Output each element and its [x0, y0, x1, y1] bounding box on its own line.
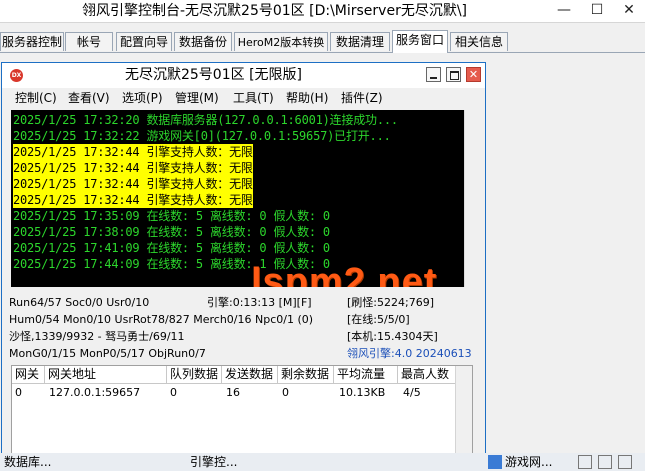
menu-help[interactable]: 帮助(H) [286, 89, 328, 108]
gateway-table[interactable]: 网关 网关地址 队列数据 发送数据 剩余数据 平均流量 最高人数 0 127.0… [11, 365, 473, 465]
menu-view[interactable]: 查看(V) [68, 89, 110, 108]
log-line: 2025/1/25 17:32:44 引擎支持人数：无限 [13, 160, 253, 176]
tab-account[interactable]: 帐号 [65, 32, 113, 51]
status-hum: Hum0/54 Mon0/10 UsrRot78/827 Merch0/16 N… [9, 313, 314, 326]
status-engine-time: 引擎:0:13:13 [M][F] [207, 296, 312, 309]
status-run: Run64/57 Soc0/0 Usr0/10 [9, 296, 150, 309]
log-line: 2025/1/25 17:32:44 引擎支持人数：无限 [13, 144, 253, 160]
column-header-avg-traffic[interactable]: 平均流量 [334, 366, 398, 383]
taskbar-close-icon[interactable] [618, 455, 632, 469]
cell-address: 127.0.0.1:59657 [49, 386, 141, 399]
maximize-button[interactable]: ☐ [581, 0, 613, 22]
column-header-queue[interactable]: 队列数据 [167, 366, 222, 383]
taskbar-maximize-icon[interactable] [598, 455, 612, 469]
inner-minimize-button[interactable] [426, 67, 441, 82]
inner-maximize-button[interactable] [446, 67, 461, 82]
inner-close-button[interactable]: ✕ [466, 67, 481, 82]
inner-title-bar: DX 无尽沉默25号01区 [无限版] ✕ [2, 63, 485, 88]
tab-config-wizard[interactable]: 配置向导 [116, 32, 172, 51]
menu-options[interactable]: 选项(P) [122, 89, 163, 108]
tab-server-control[interactable]: 服务器控制 [0, 32, 64, 51]
log-line: 2025/1/25 17:32:22 游戏网关[0](127.0.0.1:596… [13, 129, 391, 143]
column-header-gateway[interactable]: 网关 [12, 366, 45, 383]
taskbar-item-gateway[interactable]: 游戏网... [505, 453, 552, 471]
column-header-remaining[interactable]: 剩余数据 [278, 366, 334, 383]
log-console[interactable]: 2025/1/25 17:32:20 数据库服务器(127.0.0.1:6001… [11, 110, 473, 287]
status-refresh: [刷怪:5224;769] [347, 296, 434, 309]
close-button[interactable]: ✕ [613, 0, 645, 22]
menu-plugins[interactable]: 插件(Z) [341, 89, 383, 108]
tab-data-backup[interactable]: 数据备份 [174, 32, 232, 51]
watermark-text: lspm2.net [251, 261, 438, 287]
minimize-button[interactable]: — [548, 0, 580, 22]
engine-version: 翎风引擎:4.0 20240613 [347, 347, 472, 360]
cell-queue: 0 [170, 386, 177, 399]
log-line: 2025/1/25 17:41:09 在线数: 5 离线数: 0 假人数: 0 [13, 241, 330, 255]
menu-tools[interactable]: 工具(T) [233, 89, 274, 108]
main-tab-bar: 服务器控制 帐号 配置向导 数据备份 HeroM2版本转换 数据清理 服务窗口 … [0, 30, 645, 53]
taskbar-item-engine[interactable]: 引擎控... [190, 453, 237, 471]
log-line: 2025/1/25 17:32:20 数据库服务器(127.0.0.1:6001… [13, 113, 398, 127]
status-online: [在线:5/5/0] [347, 313, 410, 326]
table-scrollbar[interactable] [455, 366, 472, 464]
taskbar-item-database[interactable]: 数据库... [4, 453, 51, 471]
status-mon: MonG0/1/15 MonP0/5/17 ObjRun0/7 [9, 347, 206, 360]
log-line: 2025/1/25 17:38:09 在线数: 5 离线数: 0 假人数: 0 [13, 225, 330, 239]
taskbar: 数据库... 引擎控... 游戏网... [0, 453, 645, 471]
cell-avg-traffic: 10.13KB [339, 386, 386, 399]
tab-data-cleanup[interactable]: 数据清理 [330, 32, 390, 51]
menu-manage[interactable]: 管理(M) [175, 89, 219, 108]
status-panel: Run64/57 Soc0/0 Usr0/10 引擎:0:13:13 [M][F… [2, 291, 485, 363]
log-line: 2025/1/25 17:32:44 引擎支持人数：无限 [13, 192, 253, 208]
table-header: 网关 网关地址 队列数据 发送数据 剩余数据 平均流量 最高人数 [12, 366, 472, 384]
outer-window-title: 翎风引擎控制台-无尽沉默25号01区 [D:\Mirserver无尽沉默\] [81, 3, 468, 19]
column-header-max-users[interactable]: 最高人数 [398, 366, 458, 383]
status-player: 沙怪,1339/9932 - 驽马勇士/69/11 [9, 330, 185, 343]
column-header-address[interactable]: 网关地址 [45, 366, 167, 383]
game-gateway-icon [488, 455, 502, 469]
minimize-icon [430, 77, 437, 79]
menu-control[interactable]: 控制(C) [15, 89, 57, 108]
service-window: DX 无尽沉默25号01区 [无限版] ✕ 控制(C) 查看(V) 选项(P) … [1, 62, 486, 471]
tab-herom2-convert[interactable]: HeroM2版本转换 [234, 32, 328, 51]
maximize-icon [450, 71, 459, 80]
log-line: 2025/1/25 17:35:09 在线数: 5 离线数: 0 假人数: 0 [13, 209, 330, 223]
tab-related-info[interactable]: 相关信息 [450, 32, 508, 51]
log-scrollbar[interactable] [464, 110, 478, 287]
taskbar-minimize-icon[interactable] [578, 455, 592, 469]
tab-service-window[interactable]: 服务窗口 [392, 30, 448, 53]
outer-title-bar: 翎风引擎控制台-无尽沉默25号01区 [D:\Mirserver无尽沉默\] —… [0, 0, 645, 23]
cell-max-users: 4/5 [403, 386, 421, 399]
status-local: [本机:15.4304天] [347, 330, 438, 343]
cell-remaining: 0 [282, 386, 289, 399]
menu-bar: 控制(C) 查看(V) 选项(P) 管理(M) 工具(T) 帮助(H) 插件(Z… [2, 89, 485, 108]
cell-sent: 16 [226, 386, 240, 399]
cell-gateway: 0 [15, 386, 22, 399]
column-header-sent[interactable]: 发送数据 [222, 366, 278, 383]
log-line: 2025/1/25 17:32:44 引擎支持人数：无限 [13, 176, 253, 192]
inner-window-title: 无尽沉默25号01区 [无限版] [124, 67, 302, 83]
